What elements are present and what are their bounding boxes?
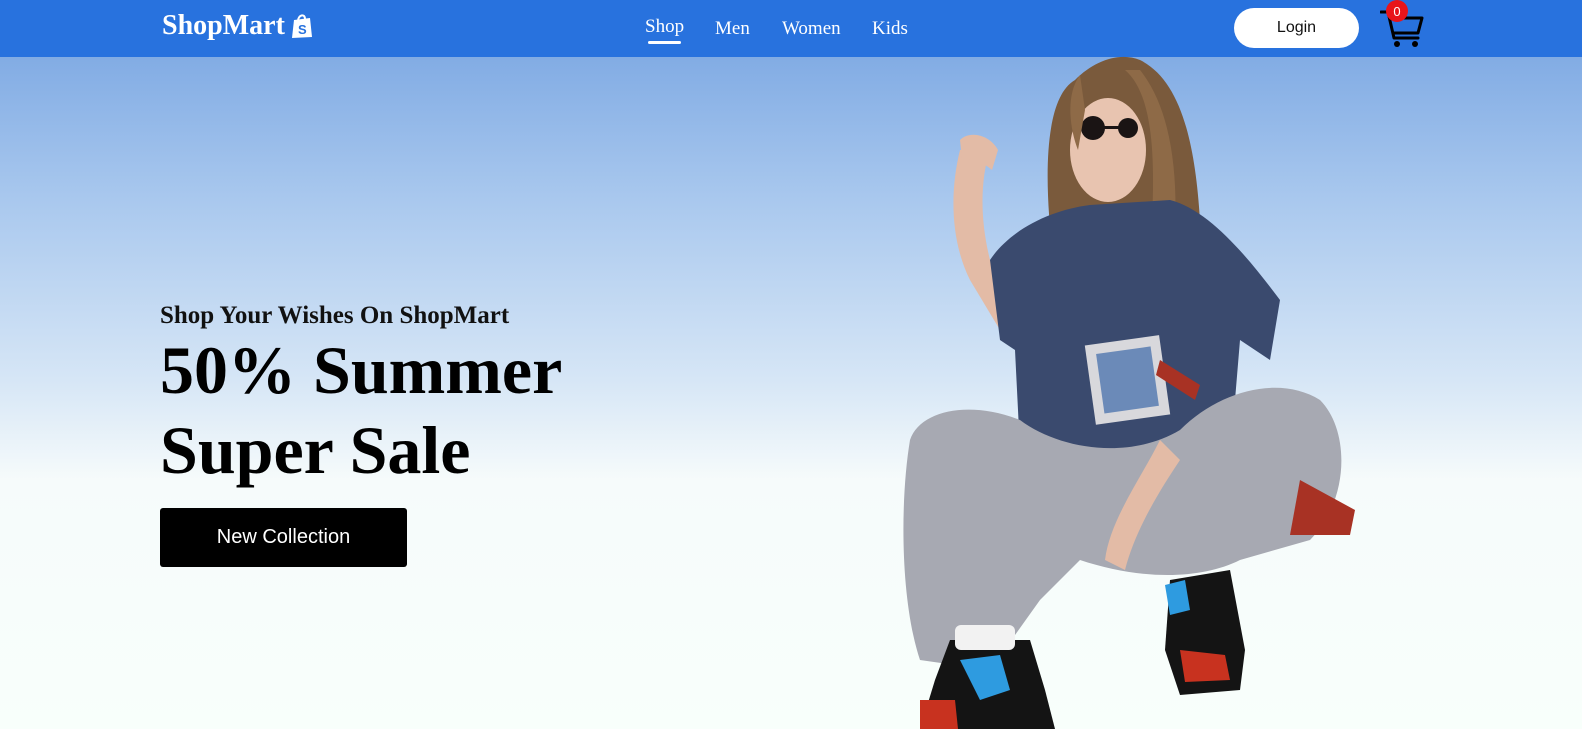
- shopping-bag-icon: S: [291, 13, 313, 39]
- hero-title-line1: 50% Summer: [160, 332, 563, 408]
- svg-text:S: S: [298, 22, 307, 37]
- new-collection-button[interactable]: New Collection: [160, 508, 407, 567]
- cart-count-badge: 0: [1386, 0, 1408, 22]
- hero-title-line2: Super Sale: [160, 412, 471, 488]
- nav-link-women[interactable]: Women: [782, 18, 841, 40]
- brand-logo[interactable]: ShopMart S: [162, 10, 313, 42]
- nav-link-shop[interactable]: Shop: [645, 16, 684, 44]
- nav-link-men[interactable]: Men: [715, 18, 750, 40]
- hero-model-image: [903, 56, 1355, 729]
- brand-name: ShopMart: [162, 10, 285, 41]
- nav-link-kids[interactable]: Kids: [872, 18, 908, 40]
- hero-subtitle: Shop Your Wishes On ShopMart: [160, 302, 510, 329]
- hero-title: 50% Summer Super Sale: [160, 330, 720, 490]
